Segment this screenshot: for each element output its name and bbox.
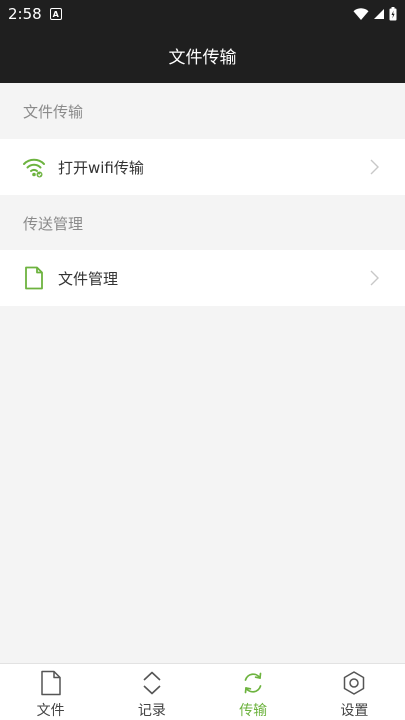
wifi-transfer-icon bbox=[22, 155, 46, 179]
tab-records[interactable]: 记录 bbox=[101, 664, 202, 720]
gear-icon bbox=[341, 670, 367, 696]
open-wifi-transfer-label: 打开wifi传输 bbox=[58, 158, 144, 177]
notification-icon: A bbox=[49, 8, 62, 20]
tab-files[interactable]: 文件 bbox=[0, 664, 101, 720]
bottom-tab-bar: 文件 记录 传输 设置 bbox=[0, 663, 405, 720]
cell-signal-icon bbox=[374, 9, 384, 19]
chevron-right-icon bbox=[370, 159, 379, 175]
section-header-file-transfer: 文件传输 bbox=[23, 102, 84, 121]
file-icon bbox=[38, 670, 64, 696]
tab-records-label: 记录 bbox=[137, 703, 166, 719]
title-bar: 文件传输 bbox=[0, 28, 405, 83]
file-icon bbox=[22, 266, 46, 290]
tab-settings[interactable]: 设置 bbox=[304, 664, 405, 720]
status-time: 2:58 bbox=[8, 5, 42, 23]
section-header-transfer-management: 传送管理 bbox=[23, 214, 84, 233]
status-bar: 2:58 A bbox=[0, 0, 405, 28]
tab-transfer-label: 传输 bbox=[239, 703, 268, 719]
chevron-right-icon bbox=[370, 270, 379, 286]
sync-icon bbox=[240, 670, 266, 696]
status-icons bbox=[353, 7, 397, 21]
tab-files-label: 文件 bbox=[36, 703, 65, 719]
open-wifi-transfer-row[interactable]: 打开wifi传输 bbox=[0, 139, 405, 195]
file-management-label: 文件管理 bbox=[58, 269, 119, 288]
wifi-signal-icon bbox=[353, 7, 369, 20]
page-title: 文件传输 bbox=[168, 48, 237, 68]
tab-transfer[interactable]: 传输 bbox=[203, 664, 304, 720]
tab-settings-label: 设置 bbox=[340, 703, 369, 719]
chevron-up-down-icon bbox=[139, 670, 165, 696]
file-management-row[interactable]: 文件管理 bbox=[0, 250, 405, 306]
battery-icon bbox=[389, 7, 397, 21]
